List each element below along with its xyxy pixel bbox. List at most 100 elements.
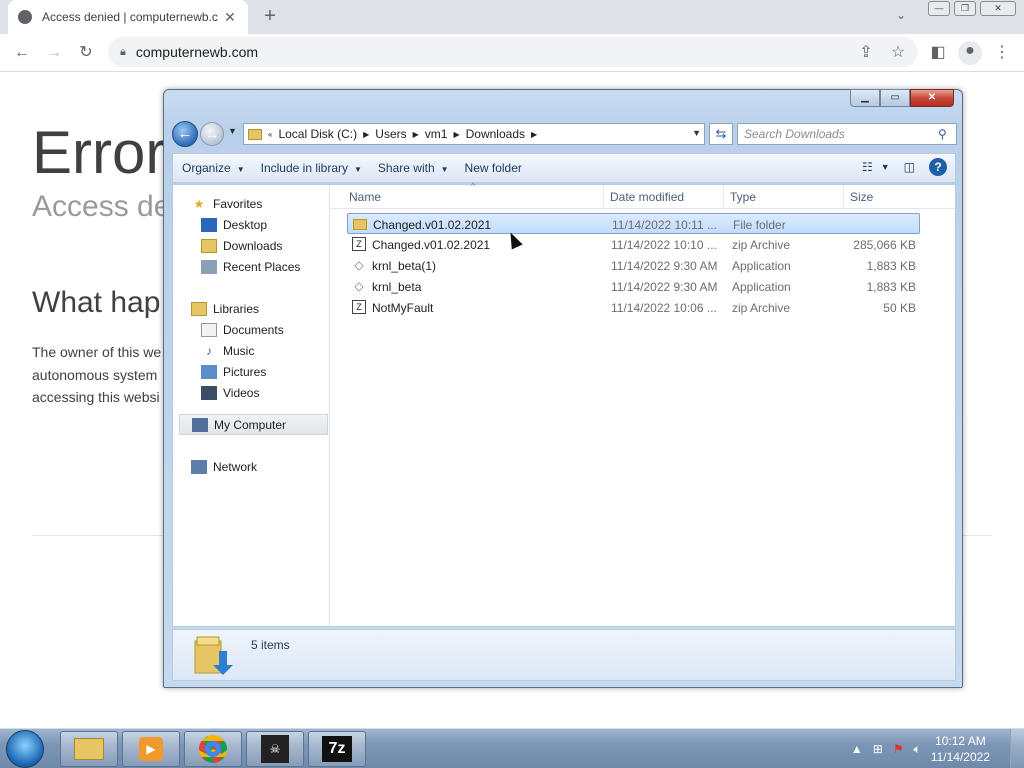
- nav-my-computer[interactable]: My Computer: [179, 414, 328, 435]
- action-center-flag-icon[interactable]: ⚑: [893, 742, 904, 756]
- side-panel-icon[interactable]: ◧: [928, 43, 948, 63]
- nav-label: Music: [223, 343, 255, 358]
- explorer-close-button[interactable]: ✕: [910, 89, 954, 107]
- lock-icon: 🔒︎: [120, 45, 126, 58]
- column-separator[interactable]: [603, 185, 604, 209]
- search-box[interactable]: Search Downloads ⚲: [737, 123, 957, 145]
- refresh-button[interactable]: ⇆: [709, 123, 733, 145]
- view-options-chevron-icon[interactable]: ▼: [881, 162, 890, 172]
- minimize-window-button[interactable]: —: [928, 1, 950, 16]
- nav-favorites[interactable]: ★ Favorites: [191, 193, 263, 214]
- overflow-icon[interactable]: «: [268, 130, 272, 139]
- breadcrumb-downloads[interactable]: Downloads: [466, 127, 525, 141]
- nav-label: Libraries: [213, 301, 260, 316]
- file-list: Name ^ Date modified Type Size Changed.v…: [331, 181, 955, 626]
- file-type: File folder: [733, 218, 786, 232]
- nav-network[interactable]: Network: [191, 456, 257, 477]
- browser-menu-icon[interactable]: ⋮: [992, 43, 1012, 63]
- breadcrumb-arrow-icon[interactable]: ▶: [453, 130, 459, 139]
- breadcrumb-arrow-icon[interactable]: ▶: [363, 130, 369, 139]
- nav-documents[interactable]: Documents: [201, 319, 284, 340]
- forward-button[interactable]: →: [200, 122, 224, 146]
- start-button[interactable]: [6, 730, 44, 768]
- nav-pictures[interactable]: Pictures: [201, 361, 266, 382]
- zip-icon: Z: [352, 300, 366, 314]
- file-name: NotMyFault: [372, 301, 434, 315]
- change-view-icon[interactable]: ☷: [862, 160, 873, 174]
- column-size[interactable]: Size: [850, 190, 873, 204]
- nav-desktop[interactable]: Desktop: [201, 214, 267, 235]
- taskbar-media-player-button[interactable]: ▶: [122, 731, 180, 767]
- breadcrumb-users[interactable]: Users: [375, 127, 406, 141]
- address-dropdown-icon[interactable]: ▼: [692, 128, 701, 138]
- nav-videos[interactable]: Videos: [201, 382, 259, 403]
- restore-window-button[interactable]: ❐: [954, 1, 976, 16]
- close-window-button[interactable]: ✕: [980, 1, 1016, 16]
- breadcrumb-arrow-icon[interactable]: ▶: [413, 130, 419, 139]
- back-button[interactable]: ←: [172, 121, 198, 147]
- explorer-maximize-button[interactable]: ▭: [880, 89, 910, 107]
- file-row[interactable]: Z NotMyFault 11/14/2022 10:06 ... zip Ar…: [347, 297, 920, 318]
- network-tray-icon[interactable]: ⊞: [873, 742, 883, 756]
- show-desktop-button[interactable]: [1010, 729, 1024, 768]
- nav-label: Pictures: [223, 364, 267, 379]
- nav-libraries[interactable]: Libraries: [191, 298, 259, 319]
- bookmark-star-icon[interactable]: ☆: [888, 43, 908, 63]
- explorer-address-bar[interactable]: « Local Disk (C:) ▶ Users ▶ vm1 ▶ Downlo…: [243, 123, 705, 145]
- globe-icon: [18, 10, 32, 24]
- file-row[interactable]: ◇ krnl_beta(1) 11/14/2022 9:30 AM Applic…: [347, 255, 920, 276]
- show-hidden-icons-icon[interactable]: ▲: [851, 742, 863, 756]
- preview-pane-icon[interactable]: ◫: [904, 160, 915, 174]
- column-name[interactable]: Name: [349, 190, 381, 204]
- breadcrumb-arrow-icon[interactable]: ▶: [531, 130, 537, 139]
- nav-recent-places[interactable]: Recent Places: [201, 256, 300, 277]
- taskbar-explorer-button[interactable]: [60, 731, 118, 767]
- organize-menu[interactable]: Organize ▼: [182, 161, 245, 175]
- back-arrow-icon[interactable]: ←: [12, 43, 32, 63]
- explorer-minimize-button[interactable]: ▁: [850, 89, 880, 107]
- new-folder-button[interactable]: New folder: [465, 161, 522, 175]
- share-icon[interactable]: ⇪: [856, 43, 876, 63]
- column-date-modified[interactable]: Date modified: [610, 190, 684, 204]
- nav-music[interactable]: ♪ Music: [201, 340, 254, 361]
- search-input[interactable]: Search Downloads: [744, 127, 938, 141]
- taskbar: ▶ ☠ 7z ▲ ⊞ ⚑ 🔈︎ 10:12 AM 11/14/2022: [0, 728, 1024, 768]
- nav-downloads[interactable]: Downloads: [201, 235, 282, 256]
- taskbar-7zip-button[interactable]: 7z: [308, 731, 366, 767]
- tab-title: Access denied | computernewb.c: [42, 10, 218, 24]
- browser-tab[interactable]: Access denied | computernewb.c ✕: [8, 0, 248, 34]
- tab-close-icon[interactable]: ✕: [222, 9, 238, 26]
- recent-places-icon: [201, 259, 217, 274]
- volume-icon[interactable]: 🔈︎: [914, 742, 921, 757]
- url-text: computernewb.com: [135, 44, 259, 60]
- file-size: 285,066 KB: [853, 238, 916, 252]
- column-type[interactable]: Type: [730, 190, 756, 204]
- recent-pages-dropdown-icon[interactable]: ▼: [228, 126, 237, 136]
- breadcrumb-local-disk[interactable]: Local Disk (C:): [278, 127, 357, 141]
- share-with-menu[interactable]: Share with ▼: [378, 161, 449, 175]
- new-tab-button[interactable]: +: [260, 6, 280, 26]
- section-title: What hap: [32, 286, 161, 319]
- taskbar-chrome-button[interactable]: [184, 731, 242, 767]
- profile-avatar-icon[interactable]: ●: [958, 41, 982, 65]
- include-in-library-menu[interactable]: Include in library ▼: [261, 161, 362, 175]
- clock-time: 10:12 AM: [935, 734, 986, 748]
- address-bar[interactable]: 🔒︎ computernewb.com: [108, 37, 918, 67]
- column-separator[interactable]: [723, 185, 724, 209]
- star-icon: ★: [193, 196, 205, 211]
- taskbar-app-button[interactable]: ☠: [246, 731, 304, 767]
- chevron-down-icon: ▼: [440, 165, 449, 174]
- file-row[interactable]: ◇ krnl_beta 11/14/2022 9:30 AM Applicati…: [347, 276, 920, 297]
- browser-tab-strip: Access denied | computernewb.c ✕ + ⌄ — ❐…: [0, 0, 1024, 34]
- file-row[interactable]: Z Changed.v01.02.2021 11/14/2022 10:10 .…: [347, 234, 920, 255]
- system-tray: ▲ ⊞ ⚑ 🔈︎ 10:12 AM 11/14/2022: [851, 729, 1024, 768]
- file-row[interactable]: Changed.v01.02.2021 11/14/2022 10:11 ...…: [347, 213, 920, 234]
- file-date: 11/14/2022 10:06 ...: [611, 301, 717, 315]
- forward-arrow-icon[interactable]: →: [44, 43, 64, 63]
- tab-search-chevron-icon[interactable]: ⌄: [896, 8, 906, 22]
- column-separator[interactable]: [843, 185, 844, 209]
- reload-icon[interactable]: ↻: [76, 43, 96, 63]
- help-icon[interactable]: ?: [929, 158, 947, 176]
- clock[interactable]: 10:12 AM 11/14/2022: [931, 733, 990, 765]
- breadcrumb-vm1[interactable]: vm1: [425, 127, 448, 141]
